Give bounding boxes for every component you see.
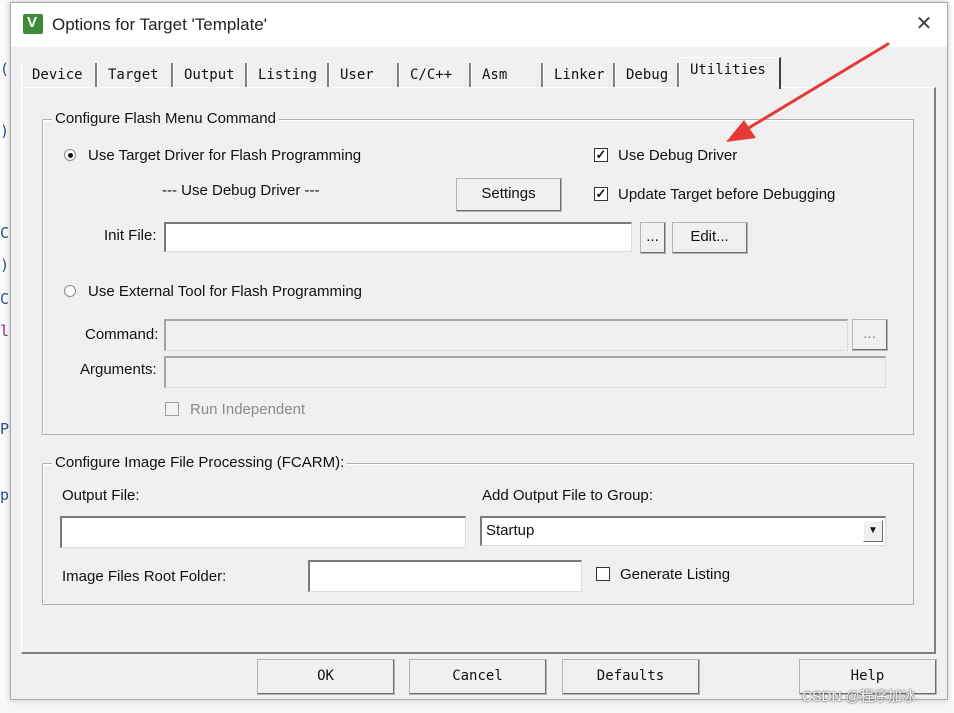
annotation-arrow xyxy=(726,42,890,142)
watermark: CSDN @程序加冰 xyxy=(802,688,916,704)
